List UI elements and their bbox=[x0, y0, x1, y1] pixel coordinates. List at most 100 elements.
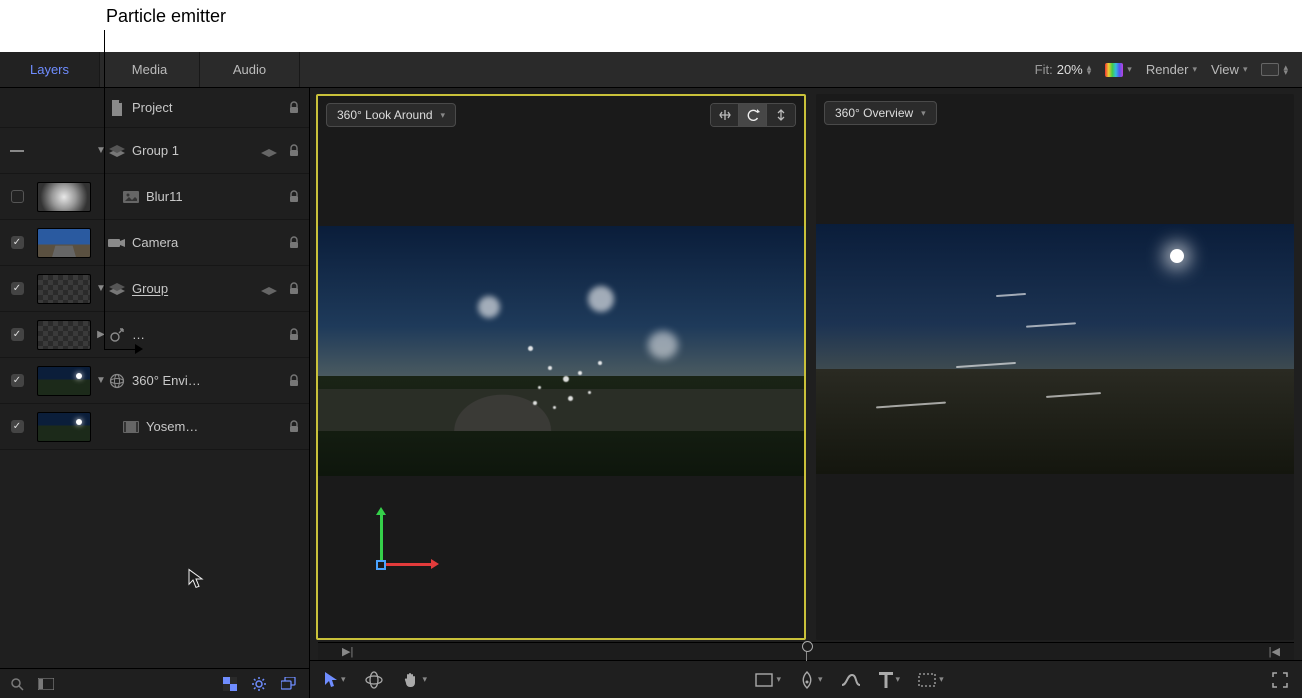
visibility-checkbox[interactable]: ✓ bbox=[11, 236, 24, 249]
canvas-region: 360° Look Around ▾ bbox=[310, 88, 1302, 698]
in-point-icon[interactable]: ▶| bbox=[342, 645, 353, 658]
callout-elbow bbox=[104, 349, 136, 350]
layer-label: Group 1 bbox=[126, 143, 261, 158]
search-icon[interactable] bbox=[10, 677, 24, 691]
layer-label: Group bbox=[126, 281, 261, 296]
text-tool[interactable]: ▾ bbox=[879, 672, 901, 688]
layer-label: Yosem… bbox=[140, 419, 287, 434]
layer-thumbnail bbox=[37, 412, 91, 442]
pan-tool-button[interactable] bbox=[711, 104, 739, 126]
mask-tool[interactable]: ▾ bbox=[918, 673, 944, 687]
app-window: Layers Media Audio Fit: 20% ▴▾ ▾ Render … bbox=[0, 52, 1302, 698]
stepper-icon: ▴▾ bbox=[1087, 65, 1092, 75]
tab-layers[interactable]: Layers bbox=[0, 52, 100, 87]
layer-row-camera[interactable]: ✓ Camera bbox=[0, 220, 309, 266]
select-tool[interactable]: ▾ bbox=[324, 671, 346, 689]
viewport-right[interactable]: 360° Overview ▾ bbox=[816, 94, 1294, 640]
chevron-down-icon: ▾ bbox=[341, 674, 346, 685]
moon-highlight bbox=[1170, 249, 1184, 263]
fit-label: Fit: bbox=[1035, 62, 1053, 77]
visibility-checkbox[interactable] bbox=[11, 190, 24, 203]
viewport-left[interactable]: 360° Look Around ▾ bbox=[316, 94, 806, 640]
layer-row-360-environment[interactable]: ✓ ▼ 360° Envi… bbox=[0, 358, 309, 404]
rectangle-tool[interactable]: ▾ bbox=[755, 673, 781, 687]
callout-line bbox=[104, 30, 105, 350]
fit-value: 20% bbox=[1057, 62, 1083, 77]
lock-icon[interactable] bbox=[287, 101, 301, 115]
layer-row-yosemite[interactable]: ✓ Yosem… bbox=[0, 404, 309, 450]
layer-thumbnail bbox=[37, 366, 91, 396]
layer-label: … bbox=[126, 327, 287, 342]
panel-tabs: Layers Media Audio bbox=[0, 52, 300, 87]
chevron-down-icon: ▾ bbox=[1192, 64, 1197, 75]
gizmo-origin-icon bbox=[376, 560, 386, 570]
orbit-tool-button[interactable] bbox=[739, 104, 767, 126]
fit-control[interactable]: Fit: 20% ▴▾ bbox=[1035, 62, 1092, 77]
fullscreen-icon[interactable] bbox=[1272, 672, 1288, 688]
out-point-icon[interactable]: |◀ bbox=[1269, 645, 1280, 658]
layer-row-project[interactable]: Project bbox=[0, 88, 309, 128]
lock-icon[interactable] bbox=[287, 190, 301, 204]
mini-timeline[interactable]: ▶| |◀ bbox=[318, 642, 1294, 660]
tab-audio[interactable]: Audio bbox=[200, 52, 300, 87]
color-channel-dropdown[interactable]: ▾ bbox=[1105, 63, 1132, 77]
lock-icon[interactable] bbox=[287, 420, 301, 434]
playhead-icon[interactable] bbox=[806, 643, 807, 661]
chevron-down-icon: ▾ bbox=[441, 110, 446, 121]
visibility-checkbox[interactable]: ✓ bbox=[11, 374, 24, 387]
360-environment-icon bbox=[108, 372, 126, 390]
viewport-layout-dropdown[interactable]: ▴▾ bbox=[1261, 63, 1288, 76]
disclosure-triangle-icon[interactable]: ▼ bbox=[94, 375, 108, 386]
panel-icon[interactable] bbox=[38, 678, 54, 690]
callout-arrowhead bbox=[135, 344, 143, 354]
visibility-checkbox[interactable]: ✓ bbox=[11, 328, 24, 341]
dolly-tool-button[interactable] bbox=[767, 104, 795, 126]
render-label: Render bbox=[1146, 62, 1189, 77]
viewport-scene bbox=[318, 226, 804, 476]
layer-row-blur[interactable]: Blur11 bbox=[0, 174, 309, 220]
gear-alt-icon[interactable] bbox=[251, 676, 267, 692]
checker-icon[interactable] bbox=[223, 677, 237, 691]
visibility-checkbox[interactable]: ✓ bbox=[11, 282, 24, 295]
viewport-mode-dropdown-right[interactable]: 360° Overview ▾ bbox=[824, 101, 937, 125]
document-icon bbox=[108, 99, 126, 117]
chevron-down-icon: ▾ bbox=[939, 674, 944, 685]
viewport-mode-dropdown-left[interactable]: 360° Look Around ▾ bbox=[326, 103, 456, 127]
paint-stroke-tool[interactable] bbox=[841, 673, 861, 687]
visibility-checkbox[interactable]: ✓ bbox=[11, 420, 24, 433]
pan-hand-tool[interactable]: ▾ bbox=[402, 671, 428, 689]
layer-thumbnail bbox=[37, 274, 91, 304]
pen-tool[interactable]: ▾ bbox=[799, 671, 823, 689]
layer-thumbnail bbox=[37, 320, 91, 350]
axis-gizmo[interactable] bbox=[368, 508, 438, 578]
lock-icon[interactable] bbox=[287, 328, 301, 342]
disclosure-triangle-icon[interactable]: ▼ bbox=[94, 145, 108, 156]
layer-row-group[interactable]: ✓ ▼ Group bbox=[0, 266, 309, 312]
render-dropdown[interactable]: Render ▾ bbox=[1146, 62, 1197, 77]
layer-row-emitter[interactable]: ✓ ▶ … bbox=[0, 312, 309, 358]
group-stack-icon bbox=[108, 280, 126, 298]
lock-icon[interactable] bbox=[287, 236, 301, 250]
layer-row-group1[interactable]: ▼ Group 1 bbox=[0, 128, 309, 174]
group-stack-small-icon bbox=[261, 145, 277, 157]
view-dropdown[interactable]: View ▾ bbox=[1211, 62, 1247, 77]
horizontal-rule-icon[interactable] bbox=[10, 150, 24, 152]
lock-icon[interactable] bbox=[287, 374, 301, 388]
3d-transform-tool[interactable] bbox=[364, 671, 384, 689]
tab-media[interactable]: Media bbox=[100, 52, 200, 87]
viewport-scene bbox=[816, 224, 1294, 474]
group-stack-small-icon bbox=[261, 283, 277, 295]
lock-icon[interactable] bbox=[287, 144, 301, 158]
chevron-down-icon: ▾ bbox=[1127, 64, 1132, 75]
disclosure-triangle-icon[interactable]: ▶ bbox=[94, 329, 108, 340]
disclosure-triangle-icon[interactable]: ▼ bbox=[94, 283, 108, 294]
top-right-controls: Fit: 20% ▴▾ ▾ Render ▾ View ▾ ▴▾ bbox=[1021, 52, 1302, 87]
view-label: View bbox=[1211, 62, 1239, 77]
chevron-down-icon: ▾ bbox=[423, 674, 428, 685]
lock-icon[interactable] bbox=[287, 282, 301, 296]
stack-overlap-icon[interactable] bbox=[281, 677, 299, 691]
stepper-icon: ▴▾ bbox=[1283, 65, 1288, 75]
chevron-down-icon: ▾ bbox=[818, 674, 823, 685]
layer-label: 360° Envi… bbox=[126, 373, 287, 388]
viewport-mode-label: 360° Overview bbox=[835, 106, 913, 120]
